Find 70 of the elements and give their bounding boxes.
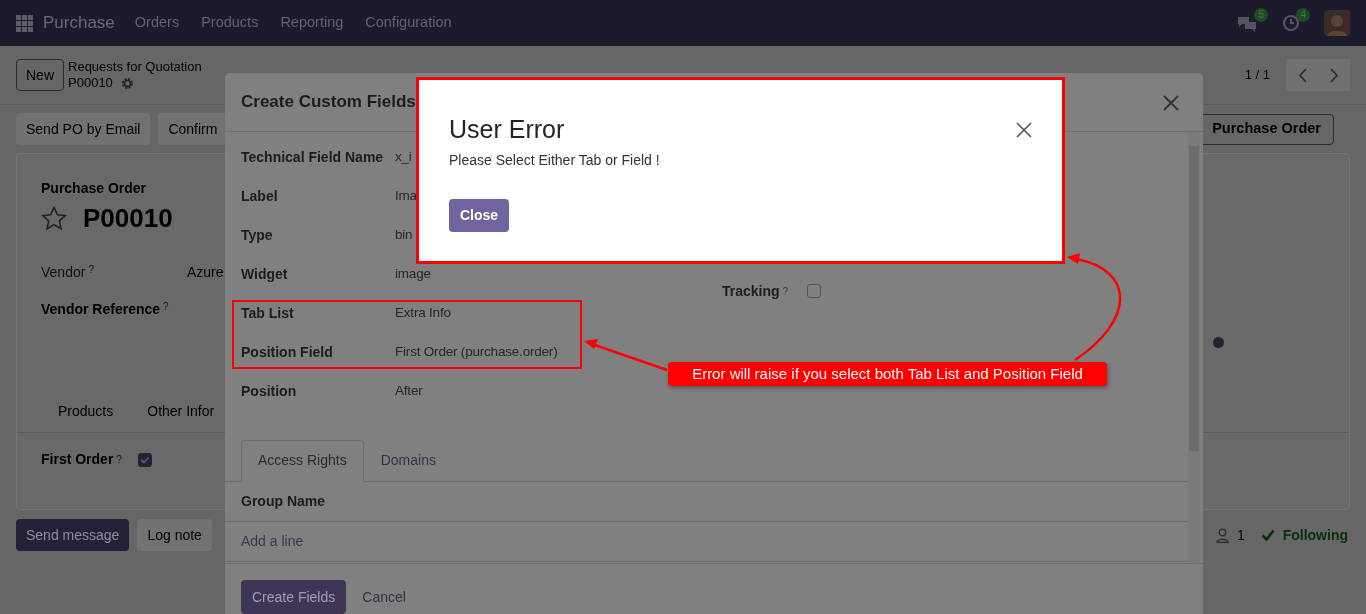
person-icon[interactable] bbox=[1215, 527, 1229, 543]
annotation-callout: Error will raise if you select both Tab List and Position Field bbox=[668, 362, 1107, 386]
help-marker[interactable]: ? bbox=[88, 262, 94, 283]
field-value: image bbox=[395, 265, 431, 283]
info-icon bbox=[1213, 337, 1224, 348]
previous-button[interactable] bbox=[1286, 59, 1318, 91]
clock-icon[interactable] bbox=[1282, 14, 1300, 32]
close-icon bbox=[1016, 122, 1032, 138]
avatar[interactable] bbox=[1324, 10, 1350, 36]
star-icon[interactable] bbox=[41, 206, 67, 231]
action-button[interactable]: Confirm bbox=[158, 113, 228, 145]
record-name: P00010 bbox=[68, 75, 113, 91]
gear-icon[interactable] bbox=[120, 76, 134, 90]
chevron-left-icon bbox=[1297, 67, 1307, 83]
field-value: bin bbox=[395, 226, 413, 244]
record-title: P00010 bbox=[83, 202, 173, 235]
field-value: Azure bbox=[187, 263, 224, 282]
follower-count[interactable]: 1 bbox=[1236, 524, 1245, 546]
chatter-button[interactable]: Log note bbox=[137, 519, 212, 551]
field-value: After bbox=[395, 382, 423, 400]
field-label: Type bbox=[241, 226, 274, 245]
chat-icon[interactable] bbox=[1236, 14, 1258, 32]
dialog-title: User Error bbox=[449, 114, 565, 144]
chatter-button[interactable]: Send message bbox=[16, 519, 130, 551]
app-name[interactable]: Purchase bbox=[43, 10, 115, 36]
tab[interactable]: Domains bbox=[363, 440, 453, 481]
check-icon bbox=[1260, 529, 1275, 541]
menu-item[interactable]: Configuration bbox=[365, 12, 452, 34]
checkbox[interactable] bbox=[137, 452, 152, 467]
menu-item[interactable]: Reporting bbox=[280, 12, 344, 34]
close-icon bbox=[1163, 94, 1179, 111]
field-label: Technical Field Name bbox=[241, 148, 385, 167]
pager-value: 1 / 1 bbox=[1244, 67, 1270, 83]
next-button[interactable] bbox=[1318, 59, 1350, 91]
dialog-title: Create Custom Fields bbox=[241, 91, 416, 113]
close-button[interactable]: Close bbox=[449, 199, 510, 232]
field-label: Label bbox=[241, 187, 279, 206]
tab[interactable]: Access Rights bbox=[241, 440, 364, 482]
field-label: Widget bbox=[241, 265, 289, 284]
menu-item[interactable]: Orders bbox=[134, 12, 180, 34]
field-label: Vendor Reference bbox=[41, 300, 161, 319]
field-value: x_i bbox=[395, 148, 412, 166]
add-line-link[interactable]: Add a line bbox=[241, 533, 304, 549]
field-label: Tab List bbox=[241, 304, 295, 323]
field-value: Ima bbox=[395, 187, 417, 205]
new-button[interactable]: New bbox=[16, 59, 64, 91]
create-button[interactable]: Create Fields bbox=[241, 580, 347, 614]
field-label: Position bbox=[241, 382, 298, 401]
checkbox[interactable] bbox=[807, 284, 822, 298]
field-label: Position Field bbox=[241, 343, 334, 362]
error-message: Please Select Either Tab or Field ! bbox=[449, 151, 661, 170]
following-button[interactable]: Following bbox=[1282, 524, 1348, 546]
help-marker[interactable]: ? bbox=[163, 299, 169, 320]
help-marker[interactable]: ? bbox=[782, 283, 789, 299]
field-label: First Order bbox=[41, 450, 114, 469]
tab[interactable]: Products bbox=[41, 391, 131, 432]
menu-item[interactable]: Products bbox=[201, 12, 259, 34]
field-label: Vendor bbox=[41, 263, 86, 282]
field-value: Extra Info bbox=[395, 304, 451, 322]
action-button[interactable]: Send PO by Email bbox=[16, 113, 151, 145]
apps-menu-icon[interactable] bbox=[16, 14, 33, 32]
help-marker[interactable]: ? bbox=[116, 452, 122, 467]
field-value: First Order (purchase.order) bbox=[395, 343, 558, 361]
column-header: Group Name bbox=[241, 493, 325, 509]
close-button[interactable] bbox=[1016, 122, 1032, 138]
cancel-button[interactable]: Cancel bbox=[350, 586, 418, 608]
field-label: Tracking bbox=[722, 281, 780, 301]
breadcrumb-link[interactable]: Requests for Quotation bbox=[68, 59, 202, 75]
chevron-right-icon bbox=[1329, 67, 1339, 83]
form-subtitle: Purchase Order bbox=[41, 180, 147, 196]
